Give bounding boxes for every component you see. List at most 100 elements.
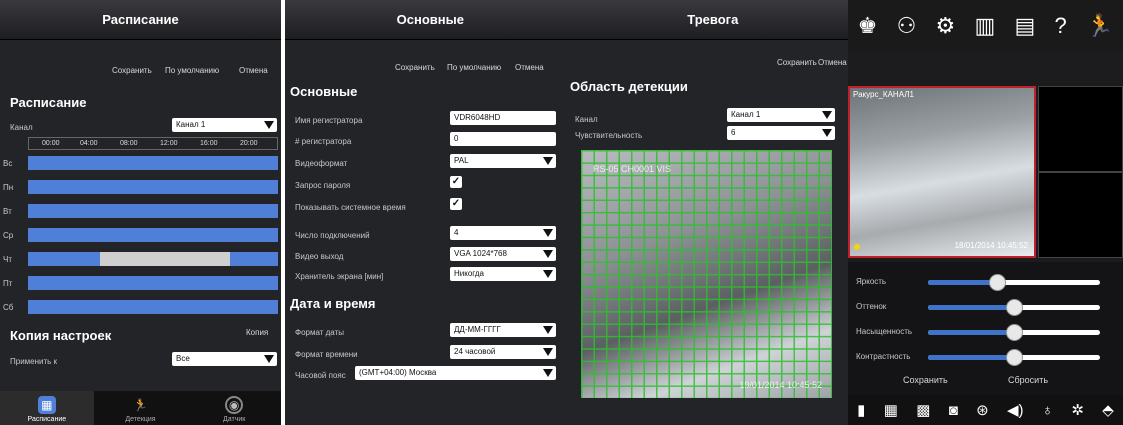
sensitivity-label: Чувствительность bbox=[575, 131, 643, 140]
field-value: PAL bbox=[454, 156, 469, 165]
connections-select[interactable]: 4 bbox=[450, 226, 556, 240]
brightness-slider[interactable] bbox=[928, 274, 1100, 291]
apply-select[interactable]: Все bbox=[172, 352, 277, 366]
password-checkbox[interactable]: ✓ bbox=[450, 176, 462, 188]
screensaver-select[interactable]: Никогда bbox=[450, 267, 556, 281]
hue-slider[interactable] bbox=[928, 299, 1100, 316]
tab-bar: ▦ Расписание 🏃 Детекция ◉ Датчик bbox=[0, 391, 281, 425]
camera-view-4[interactable] bbox=[1038, 172, 1123, 258]
alarm-cancel-button[interactable]: Отмена bbox=[818, 58, 847, 67]
microphone-icon[interactable]: ♁ bbox=[1042, 402, 1053, 419]
sensitivity-select[interactable]: 6 bbox=[727, 126, 835, 140]
live-view-panel: ♚ ⚇ ⚙ ▥ ▤ ? 🏃 Ракурс_КАНАЛ1 18/01/2014 1… bbox=[848, 0, 1123, 425]
schedule-bar-sun[interactable] bbox=[28, 156, 278, 170]
field-label: Показывать системное время bbox=[295, 203, 406, 212]
cancel-button[interactable]: Отмена bbox=[239, 66, 268, 75]
adjust-save-button[interactable]: Сохранить bbox=[903, 375, 948, 385]
camera-timestamp: 18/01/2014 10:45:52 bbox=[954, 241, 1028, 250]
save-button[interactable]: Сохранить bbox=[112, 66, 152, 75]
schedule-bar-mon[interactable] bbox=[28, 180, 278, 194]
tab-detection[interactable]: 🏃 Детекция bbox=[94, 391, 188, 425]
detection-grid-view[interactable]: RS-05 CH0001 VIS 19/01/2014 10:45:52 bbox=[581, 150, 832, 398]
section-title: Расписание bbox=[10, 95, 87, 110]
cancel-button[interactable]: Отмена bbox=[515, 63, 544, 72]
recorder-number-input[interactable]: 0 bbox=[450, 132, 556, 146]
field-label: Запрос пароля bbox=[295, 181, 351, 190]
running-man-icon[interactable]: 🏃 bbox=[1086, 13, 1113, 39]
speaker-icon[interactable]: ◀) bbox=[1007, 401, 1024, 419]
contrast-slider[interactable] bbox=[928, 349, 1100, 366]
save-button[interactable]: Сохранить bbox=[395, 63, 435, 72]
schedule-gap bbox=[100, 252, 230, 266]
tab-label: Датчик bbox=[223, 416, 246, 423]
detection-area-title: Область детекции bbox=[570, 79, 688, 94]
schedule-bar-sat[interactable] bbox=[28, 300, 278, 314]
image-adjust-panel: Яркость Оттенок Насыщенность Контрастнос… bbox=[848, 262, 1123, 395]
adjust-reset-button[interactable]: Сбросить bbox=[1008, 375, 1048, 385]
signal-bars-icon[interactable]: ▥ bbox=[974, 13, 995, 39]
slider-knob[interactable] bbox=[1006, 324, 1023, 341]
day-label: Сб bbox=[3, 303, 14, 312]
slider-fill bbox=[928, 330, 1014, 335]
channel-select-value: Канал 1 bbox=[176, 120, 206, 129]
schedule-bar-wed[interactable] bbox=[28, 228, 278, 242]
field-value: 24 часовой bbox=[454, 347, 496, 356]
time-label: 20:00 bbox=[240, 140, 258, 147]
time-label: 00:00 bbox=[42, 140, 60, 147]
alarm-channel-select[interactable]: Канал 1 bbox=[727, 108, 835, 122]
layout-1-icon[interactable]: ▮ bbox=[857, 401, 865, 419]
report-icon[interactable]: ▤ bbox=[1014, 13, 1035, 39]
time-label: 16:00 bbox=[200, 140, 218, 147]
schedule-bar-fri[interactable] bbox=[28, 276, 278, 290]
day-label: Вс bbox=[3, 159, 13, 168]
alarm-title: Тревога bbox=[687, 12, 739, 27]
group-icon[interactable]: ⚇ bbox=[897, 13, 917, 39]
copy-button[interactable]: Копия bbox=[246, 328, 268, 337]
camera-view-1[interactable]: Ракурс_КАНАЛ1 18/01/2014 10:45:52 bbox=[848, 86, 1036, 258]
settings-icon[interactable]: ✲ bbox=[1071, 401, 1084, 419]
show-time-checkbox[interactable]: ✓ bbox=[450, 198, 462, 210]
tab-sensor[interactable]: ◉ Датчик bbox=[187, 391, 281, 425]
schedule-bar-tue[interactable] bbox=[28, 204, 278, 218]
recorder-name-input[interactable]: VDR6048HD bbox=[450, 111, 556, 125]
slider-knob[interactable] bbox=[1006, 299, 1023, 316]
day-label: Пт bbox=[3, 279, 13, 288]
saturation-slider[interactable] bbox=[928, 324, 1100, 341]
ptz-icon[interactable]: ⊛ bbox=[976, 401, 989, 419]
field-value: (GMT+04:00) Москва bbox=[359, 368, 437, 377]
layout-9-icon[interactable]: ▩ bbox=[916, 401, 930, 419]
time-label: 12:00 bbox=[160, 140, 178, 147]
slider-knob[interactable] bbox=[1006, 349, 1023, 366]
video-format-select[interactable]: PAL bbox=[450, 154, 556, 168]
settings-gear-icon[interactable]: ⚙ bbox=[936, 13, 956, 39]
more-icon[interactable]: ⬘ bbox=[1102, 401, 1114, 419]
timezone-label: Часовой пояс bbox=[295, 371, 346, 380]
help-icon[interactable]: ? bbox=[1055, 13, 1067, 39]
snapshot-icon[interactable]: ◙ bbox=[949, 402, 958, 419]
camera-label: Ракурс_КАНАЛ1 bbox=[853, 90, 914, 99]
layout-4-icon[interactable]: ▦ bbox=[884, 401, 898, 419]
user-icon[interactable]: ♚ bbox=[858, 13, 878, 39]
camera-name-osd: RS-05 CH0001 VIS bbox=[593, 164, 672, 174]
day-label: Пн bbox=[3, 183, 14, 192]
schedule-bar-thu[interactable] bbox=[28, 252, 278, 266]
default-button[interactable]: По умолчанию bbox=[165, 66, 219, 75]
schedule-title: Расписание bbox=[102, 12, 179, 27]
alarm-save-button[interactable]: Сохранить bbox=[777, 58, 817, 67]
field-label: Видеоформат bbox=[295, 159, 348, 168]
date-format-label: Формат даты bbox=[295, 328, 344, 337]
video-output-select[interactable]: VGA 1024*768 bbox=[450, 247, 556, 261]
adjust-label: Контрастность bbox=[856, 352, 911, 361]
channel-select[interactable]: Канал 1 bbox=[172, 118, 277, 132]
running-man-icon: 🏃 bbox=[133, 398, 148, 412]
camera-time-osd: 19/01/2014 10:45:52 bbox=[739, 380, 822, 390]
slider-knob[interactable] bbox=[988, 274, 1006, 291]
date-format-select[interactable]: ДД-ММ-ГГГГ bbox=[450, 323, 556, 337]
time-format-select[interactable]: 24 часовой bbox=[450, 345, 556, 359]
apply-label: Применить к bbox=[10, 357, 58, 366]
timezone-select[interactable]: (GMT+04:00) Москва bbox=[355, 366, 556, 380]
apply-select-value: Все bbox=[176, 354, 190, 363]
default-button[interactable]: По умолчанию bbox=[447, 63, 501, 72]
camera-view-2[interactable] bbox=[1038, 86, 1123, 172]
tab-schedule[interactable]: ▦ Расписание bbox=[0, 391, 94, 425]
